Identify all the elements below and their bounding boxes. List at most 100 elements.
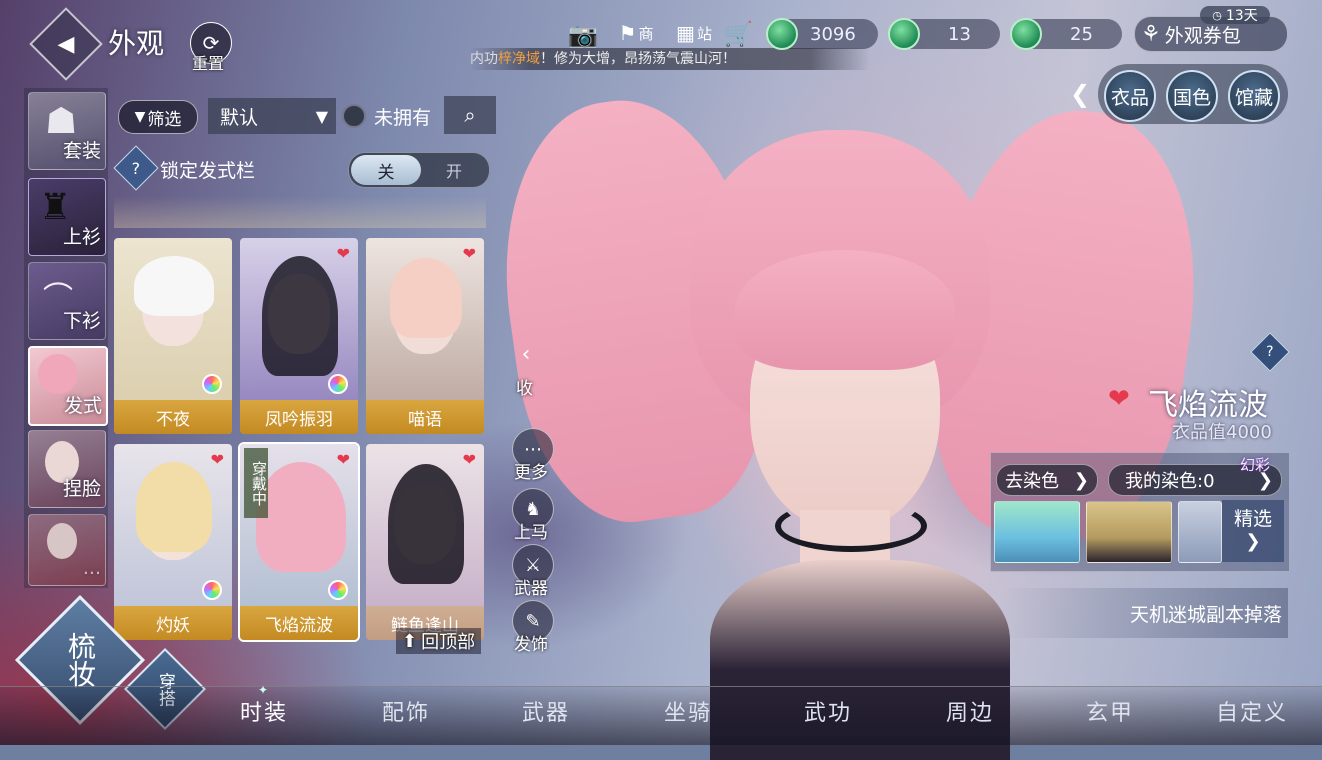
shop-label: 商 — [638, 24, 654, 43]
category-hair[interactable]: 发式 — [28, 346, 108, 426]
horse-icon: ♞ — [524, 498, 542, 520]
sword-icon: ⚔ — [524, 554, 542, 576]
back-to-top-button[interactable]: ⬆ 回顶部 — [396, 628, 482, 654]
category-suit[interactable]: ☗ 套装 — [28, 92, 106, 170]
mount-label: 上马 — [514, 523, 548, 543]
item-name: 灼妖 — [114, 606, 232, 640]
voucher-timer-badge: ◷ 13天 — [1200, 6, 1270, 24]
nav-peripherals[interactable]: 周边 — [946, 695, 994, 727]
remove-dye-button[interactable]: 去染色 ❯ — [996, 464, 1098, 496]
nav-martial-arts[interactable]: 武功 — [804, 695, 852, 727]
item-name: 喵语 — [366, 400, 484, 434]
currency-value: 13 — [948, 23, 971, 45]
nav-custom[interactable]: 自定义 — [1216, 695, 1288, 727]
more-dots-icon: ⋯ — [524, 438, 542, 460]
item-card-selected[interactable]: 穿戴中 ❤ 飞焰流波 — [238, 442, 360, 642]
reset-label: 重置 — [192, 54, 225, 73]
item-card[interactable]: ❤ 凤吟振羽 — [240, 238, 358, 434]
favorite-heart-icon[interactable]: ❤ — [211, 450, 224, 469]
more-label: 更多 — [514, 463, 548, 483]
page-title: 外观 — [108, 27, 165, 60]
illusion-color-label: 幻彩 — [1240, 456, 1271, 474]
favorite-heart-icon[interactable]: ❤ — [463, 450, 476, 469]
station-icon: ▦ — [676, 21, 695, 45]
item-card[interactable]: ❤ 灼妖 — [114, 444, 232, 640]
category-bottom[interactable]: ⌒ 下衫 — [28, 262, 106, 340]
hair-icon — [38, 354, 78, 394]
voucher-days: 13天 — [1225, 8, 1258, 24]
choker-icon — [775, 500, 927, 552]
station-label: 站 — [696, 24, 712, 43]
currency-value: 25 — [1070, 23, 1093, 45]
right-tabs-collapse-arrow[interactable]: ❮ — [1070, 80, 1090, 108]
item-card[interactable]: ❤ 喵语 — [366, 238, 484, 434]
switch-off-option[interactable]: 关 — [351, 155, 421, 185]
nav-weapons[interactable]: 武器 — [522, 695, 570, 727]
currency-jade-2[interactable]: 13 — [888, 18, 1000, 50]
arrow-up-icon: ⬆ — [402, 630, 418, 652]
item-hair-shape — [134, 256, 214, 316]
favorite-heart-icon[interactable]: ❤ — [337, 450, 350, 469]
weapon-label: 武器 — [514, 579, 548, 599]
unowned-label: 未拥有 — [374, 106, 432, 129]
nav-fashion[interactable]: 时装 — [240, 695, 288, 727]
cart-icon: 🛒 — [723, 20, 753, 48]
dye-icon — [328, 580, 348, 600]
item-source: 天机迷城副本掉落 — [1002, 588, 1288, 638]
nav-mounts[interactable]: 坐骑 — [664, 695, 712, 727]
clock-icon: ◷ — [1212, 8, 1222, 22]
dye-icon — [202, 580, 222, 600]
search-button[interactable]: ⌕ — [444, 96, 496, 134]
category-more[interactable]: ... — [28, 514, 106, 586]
favorite-heart-icon[interactable]: ❤ — [337, 244, 350, 263]
jade-coin-icon — [1010, 18, 1042, 50]
head-icon — [47, 523, 77, 559]
category-face[interactable]: 捏脸 — [28, 430, 106, 508]
tab-dress-score[interactable]: 衣品 — [1104, 70, 1156, 122]
character-model[interactable] — [481, 84, 1219, 760]
dye-preset-thumb[interactable] — [994, 501, 1080, 563]
item-hair-shape — [390, 258, 462, 338]
search-icon: ⌕ — [464, 103, 476, 127]
shop-button[interactable]: ⚑ 商 — [614, 16, 658, 50]
station-button[interactable]: ▦ 站 — [672, 16, 716, 50]
tab-collection[interactable]: 馆藏 — [1228, 70, 1280, 122]
jade-coin-icon — [766, 18, 798, 50]
nav-accessories[interactable]: 配饰 — [382, 695, 430, 727]
camera-icon: 📷 — [568, 21, 598, 49]
item-hair-shape — [256, 462, 346, 572]
ticker-prefix: 内功 — [470, 51, 498, 67]
favorite-heart-icon[interactable]: ❤ — [463, 244, 476, 263]
ticker-text: ！修为大增，昂扬荡气震山河！ — [540, 51, 736, 67]
chevron-right-icon: ❯ — [1245, 531, 1261, 552]
featured-dye-button[interactable]: 精选 ❯ — [1222, 500, 1284, 562]
grid-top-fade — [114, 196, 486, 228]
item-name: 飞焰流波 — [240, 606, 358, 640]
gift-icon: ⚘ — [1141, 21, 1161, 47]
back-to-top-label: 回顶部 — [421, 632, 476, 653]
tab-national-color[interactable]: 国色 — [1166, 70, 1218, 122]
category-top[interactable]: ♜ 上衫 — [28, 178, 106, 256]
camera-button[interactable]: 📷 — [566, 20, 600, 50]
switch-on-option[interactable]: 开 — [421, 155, 487, 185]
unowned-toggle[interactable]: 未拥有 — [342, 100, 442, 132]
item-hair-shape — [262, 256, 338, 376]
cart-button[interactable]: 🛒 — [720, 18, 756, 50]
dye-preset-thumb[interactable] — [1086, 501, 1172, 563]
currency-jade-3[interactable]: 25 — [1010, 18, 1122, 50]
filter-button[interactable]: ▼ 筛选 — [118, 100, 198, 134]
wearing-badge: 穿戴中 — [244, 448, 268, 518]
lock-hair-switch[interactable]: 关 开 — [348, 152, 490, 188]
dye-icon — [202, 374, 222, 394]
nav-armor[interactable]: 玄甲 — [1086, 695, 1134, 727]
item-hair-shape — [136, 462, 212, 552]
sort-dropdown[interactable]: 默认 ▼ — [208, 98, 336, 134]
dye-preset-thumb[interactable] — [1178, 501, 1222, 563]
dye-icon — [328, 374, 348, 394]
item-card[interactable]: ❤ 鲢鱼逢山 — [366, 444, 484, 640]
item-card[interactable]: 不夜 — [114, 238, 232, 434]
detail-favorite-heart-icon[interactable]: ❤ — [1108, 384, 1130, 414]
currency-value: 3096 — [810, 23, 856, 45]
news-ticker: 内功梓净域！修为大增，昂扬荡气震山河！ — [470, 48, 870, 70]
currency-jade-1[interactable]: 3096 — [766, 18, 878, 50]
